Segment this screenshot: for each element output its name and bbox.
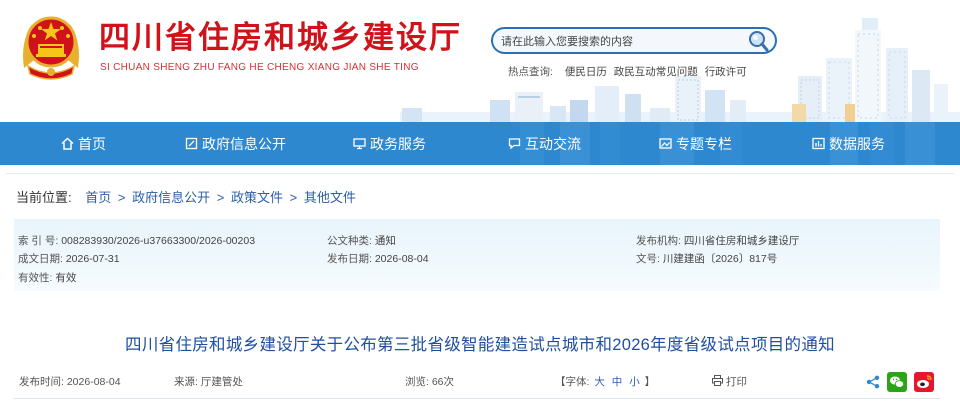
city-skyline-illustration <box>400 18 960 122</box>
main-nav: 首页 政府信息公开 政务服务 互动交流 专题专栏 数据服务 <box>0 122 960 165</box>
breadcrumb-separator: > <box>117 190 126 205</box>
breadcrumb-label: 当前位置: <box>16 190 72 205</box>
nav-item-label: 专题专栏 <box>676 135 732 152</box>
national-emblem-logo <box>23 16 79 80</box>
breadcrumb-link[interactable]: 政府信息公开 <box>132 190 210 205</box>
site-title: 四川省住房和城乡建设厅 <box>99 20 462 56</box>
nav-item-home[interactable]: 首页 <box>61 122 106 165</box>
data-chart-icon <box>812 137 825 150</box>
image-icon <box>659 138 672 149</box>
meta-validity: 有效性: 有效 <box>18 270 76 285</box>
print-label: 打印 <box>726 376 747 388</box>
weibo-icon[interactable] <box>914 372 934 392</box>
site-subtitle: SI CHUAN SHENG ZHU FANG HE CHENG XIANG J… <box>100 62 419 73</box>
hot-search-label: 热点查询: <box>508 66 553 78</box>
hot-search-link[interactable]: 政民互动常见问题 <box>614 66 698 78</box>
breadcrumb-link[interactable]: 政策文件 <box>231 190 283 205</box>
views-label: 浏览: <box>405 376 429 388</box>
meta-key: 发布机构: <box>636 235 681 247</box>
font-size-label-close: 】 <box>644 376 656 388</box>
meta-key: 文号: <box>636 253 660 265</box>
source-value: 厅建管处 <box>200 376 243 388</box>
meta-key: 发布日期: <box>327 253 372 265</box>
divider-line <box>14 398 940 399</box>
breadcrumb-area: 当前位置: 首页 > 政府信息公开 > 政策文件 > 其他文件 <box>6 173 954 219</box>
publish-time-label: 发布时间: <box>19 376 64 388</box>
meta-publish-date: 发布日期: 2026-08-04 <box>327 251 429 266</box>
article-source: 来源: 厅建管处 <box>174 374 243 389</box>
meta-value: 通知 <box>374 235 396 247</box>
nav-item-label: 政府信息公开 <box>202 135 286 152</box>
meta-doc-no: 文号: 川建建函〔2026〕817号 <box>636 251 777 266</box>
meta-value: 四川省住房和城乡建设厅 <box>683 235 800 247</box>
search-box <box>491 27 777 54</box>
nav-item-gov-info[interactable]: 政府信息公开 <box>185 122 286 165</box>
font-size-small-button[interactable]: 小 <box>629 376 640 388</box>
publish-time-value: 2026-08-04 <box>66 376 121 388</box>
home-icon <box>61 137 74 150</box>
meta-publisher: 发布机构: 四川省住房和城乡建设厅 <box>636 233 799 248</box>
article-info-row: 发布时间: 2026-08-04 来源: 厅建管处 浏览: 66次 【字体: 大… <box>0 372 960 392</box>
document-meta-panel: 索 引 号: 008283930/2026-u37663300/2026-002… <box>14 219 940 291</box>
meta-value: 2026-07-31 <box>65 253 120 265</box>
printer-icon <box>712 375 723 386</box>
font-size-label: 【字体: <box>555 376 590 388</box>
font-size-switcher: 【字体: 大 中 小 】 <box>555 374 655 389</box>
source-label: 来源: <box>174 376 198 388</box>
meta-doc-type: 公文种类: 通知 <box>327 233 396 248</box>
breadcrumb-link[interactable]: 首页 <box>85 190 111 205</box>
views-value: 66次 <box>431 376 455 388</box>
view-count: 浏览: 66次 <box>405 374 454 389</box>
hot-search-link[interactable]: 便民日历 <box>565 66 607 78</box>
meta-key: 有效性: <box>18 272 53 284</box>
breadcrumb-link[interactable]: 其他文件 <box>304 190 356 205</box>
breadcrumb-separator: > <box>216 190 225 205</box>
meta-key: 公文种类: <box>327 235 372 247</box>
hot-search-link[interactable]: 行政许可 <box>705 66 747 78</box>
meta-value: 2026-08-04 <box>374 253 429 265</box>
search-icon[interactable] <box>747 30 769 52</box>
meta-value: 川建建函〔2026〕817号 <box>662 253 778 265</box>
meta-value: 008283930/2026-u37663300/2026-00203 <box>61 235 256 247</box>
meta-key: 成文日期: <box>18 253 63 265</box>
meta-index-no: 索 引 号: 008283930/2026-u37663300/2026-002… <box>18 233 255 248</box>
nav-item-label: 政务服务 <box>370 135 426 152</box>
nav-item-label: 首页 <box>78 135 106 152</box>
breadcrumb-separator: > <box>289 190 298 205</box>
meta-value: 有效 <box>55 272 77 284</box>
article-title: 四川省住房和城乡建设厅关于公布第三批省级智能建造试点城市和2026年度省级试点项… <box>125 336 835 354</box>
nav-item-label: 数据服务 <box>829 135 885 152</box>
meta-created-date: 成文日期: 2026-07-31 <box>18 251 120 266</box>
share-icon[interactable] <box>866 375 880 389</box>
publish-time: 发布时间: 2026-08-04 <box>19 374 121 389</box>
nav-item-data-services[interactable]: 数据服务 <box>812 122 885 165</box>
nav-item-interaction[interactable]: 互动交流 <box>508 122 581 165</box>
hot-search: 热点查询: 便民日历 政民互动常见问题 行政许可 <box>508 64 751 79</box>
nav-item-gov-services[interactable]: 政务服务 <box>353 122 426 165</box>
document-edit-icon <box>185 137 198 150</box>
font-size-medium-button[interactable]: 中 <box>612 376 623 388</box>
nav-item-topics[interactable]: 专题专栏 <box>659 122 732 165</box>
font-size-large-button[interactable]: 大 <box>594 376 605 388</box>
breadcrumb: 当前位置: 首页 > 政府信息公开 > 政策文件 > 其他文件 <box>16 187 356 206</box>
nav-item-label: 互动交流 <box>525 135 581 152</box>
print-button[interactable]: 打印 <box>712 374 747 389</box>
search-input[interactable] <box>501 33 741 50</box>
wechat-icon[interactable] <box>887 372 907 392</box>
meta-key: 索 引 号: <box>18 235 59 247</box>
site-header: 四川省住房和城乡建设厅 SI CHUAN SHENG ZHU FANG HE C… <box>0 0 960 122</box>
monitor-icon <box>353 138 366 150</box>
chat-icon <box>508 138 521 150</box>
